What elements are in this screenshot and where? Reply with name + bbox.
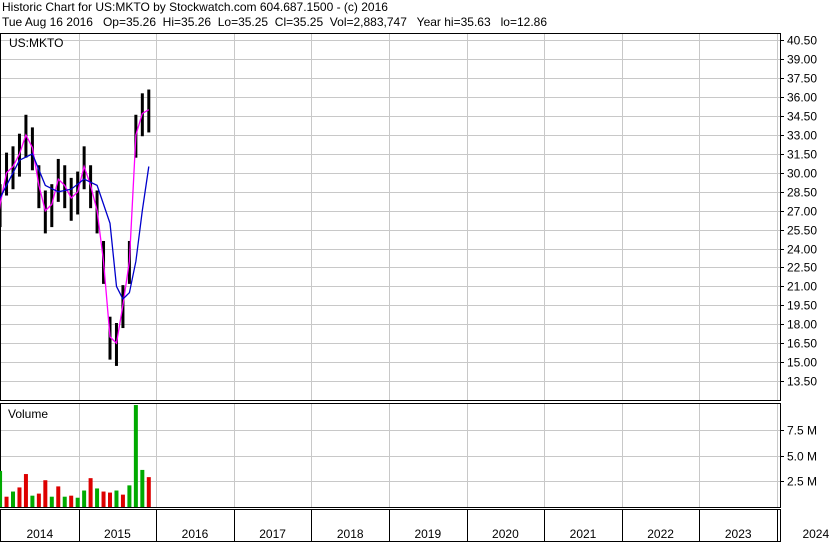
volume-bar bbox=[140, 469, 145, 507]
x-tick-label: 2022 bbox=[647, 527, 674, 541]
volume-bar bbox=[114, 490, 119, 507]
volume-bar bbox=[101, 491, 106, 507]
price-tick-label: 34.50 bbox=[787, 110, 817, 124]
volume-bar bbox=[4, 496, 9, 507]
price-tick-label: 25.50 bbox=[787, 224, 817, 238]
price-tick-label: 28.50 bbox=[787, 186, 817, 200]
x-tick-label: 2015 bbox=[104, 527, 131, 541]
x-tick-label: 2023 bbox=[725, 527, 752, 541]
symbol-label: US:MKTO bbox=[9, 36, 63, 50]
volume-bar bbox=[11, 491, 15, 507]
x-tick-label: 2019 bbox=[414, 527, 441, 541]
price-tick-label: 21.00 bbox=[787, 280, 817, 294]
price-tick-label: 30.00 bbox=[787, 167, 817, 181]
volume-bar bbox=[23, 474, 28, 507]
volume-bar bbox=[146, 477, 151, 507]
volume-bar bbox=[82, 490, 87, 507]
x-tick-label: 2017 bbox=[259, 527, 286, 541]
price-tick-label: 37.50 bbox=[787, 72, 817, 86]
volume-tick-label: 5.0 M bbox=[787, 450, 817, 464]
volume-bar bbox=[69, 495, 74, 507]
volume-bar bbox=[30, 495, 35, 507]
volume-bar bbox=[49, 496, 54, 507]
volume-bar bbox=[88, 478, 93, 507]
volume-label: Volume bbox=[8, 407, 48, 421]
price-tick-label: 39.00 bbox=[787, 53, 817, 67]
x-tick-label: 2014 bbox=[26, 527, 53, 541]
x-tick-label: 2021 bbox=[570, 527, 597, 541]
x-tick-label: 2016 bbox=[182, 527, 209, 541]
price-tick-label: 16.50 bbox=[787, 337, 817, 351]
volume-bar bbox=[127, 485, 132, 507]
volume-bar bbox=[120, 494, 125, 507]
volume-bar bbox=[43, 480, 48, 507]
volume-bar bbox=[75, 497, 80, 507]
volume-bar bbox=[0, 470, 3, 507]
price-tick-label: 15.00 bbox=[787, 356, 817, 370]
volume-bar bbox=[95, 488, 100, 507]
price-tick-label: 13.50 bbox=[787, 375, 817, 389]
price-tick-label: 24.00 bbox=[787, 243, 817, 257]
volume-bar bbox=[56, 486, 61, 507]
volume-bar bbox=[36, 493, 41, 507]
x-tick-label: 2018 bbox=[337, 527, 364, 541]
volume-bar bbox=[17, 487, 22, 507]
x-tick-label: 2024 bbox=[802, 527, 829, 541]
volume-bar bbox=[133, 405, 138, 507]
price-tick-label: 36.00 bbox=[787, 91, 817, 105]
price-tick-label: 19.50 bbox=[787, 299, 817, 313]
volume-bar bbox=[108, 492, 112, 507]
price-tick-label: 18.00 bbox=[787, 318, 817, 332]
x-tick-label: 2020 bbox=[492, 527, 519, 541]
volume-tick-label: 7.5 M bbox=[787, 424, 817, 438]
price-tick-label: 33.00 bbox=[787, 129, 817, 143]
price-tick-label: 27.00 bbox=[787, 205, 817, 219]
price-tick-label: 40.50 bbox=[787, 34, 817, 48]
chart-root: Historic Chart for US:MKTO by Stockwatch… bbox=[0, 0, 830, 543]
chart-svg: 2014 2015 2016 2017 2018 2019 2020 2021 2022 2023… bbox=[0, 33, 829, 542]
price-tick-label: 22.50 bbox=[787, 261, 817, 275]
price-tick-label: 31.50 bbox=[787, 148, 817, 162]
volume-bar bbox=[62, 496, 67, 507]
volume-tick-label: 2.5 M bbox=[787, 475, 817, 489]
